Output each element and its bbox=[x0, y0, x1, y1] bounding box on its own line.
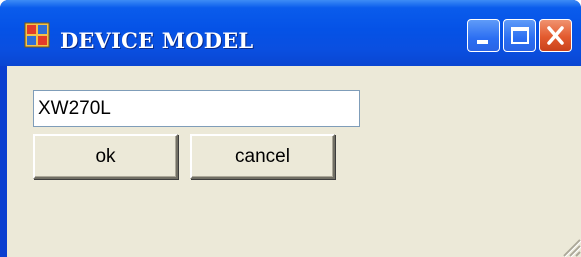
minimize-button[interactable] bbox=[467, 19, 500, 52]
ok-button[interactable]: ok bbox=[33, 134, 178, 179]
minimize-icon bbox=[477, 40, 488, 44]
cancel-button[interactable]: cancel bbox=[190, 134, 335, 179]
window-title: DEVICE MODEL bbox=[60, 28, 254, 53]
maximize-icon bbox=[511, 27, 529, 44]
title-bar[interactable]: DEVICE MODEL bbox=[0, 0, 581, 66]
dialog-client-area: ok cancel bbox=[7, 66, 581, 257]
maximize-button[interactable] bbox=[503, 19, 536, 52]
close-icon bbox=[547, 26, 564, 45]
close-button[interactable] bbox=[539, 19, 572, 52]
application-icon bbox=[24, 22, 50, 48]
dialog-window: DEVICE MODEL ok cancel bbox=[0, 0, 581, 257]
device-model-input[interactable] bbox=[33, 90, 360, 127]
resize-grip-icon[interactable] bbox=[559, 235, 581, 257]
